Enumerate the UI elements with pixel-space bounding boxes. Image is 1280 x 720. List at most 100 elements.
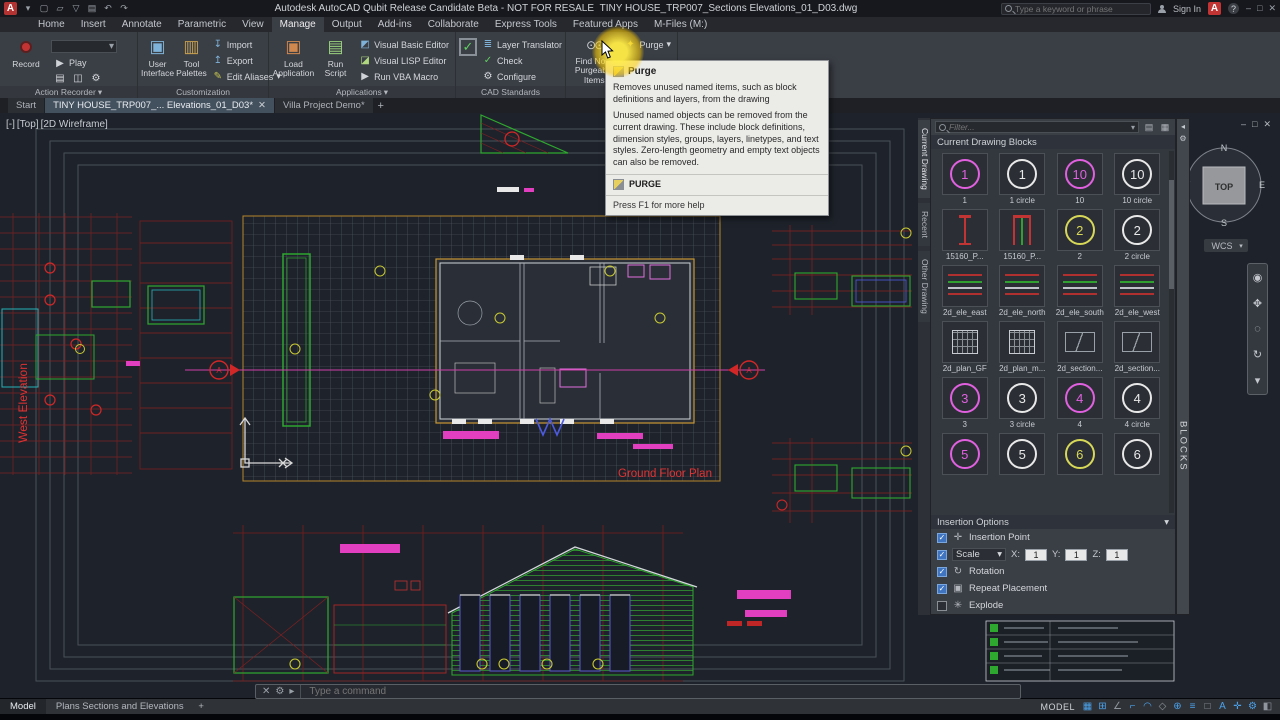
- nav-icon[interactable]: ✥: [1253, 297, 1262, 310]
- palette-tab[interactable]: Other Drawing: [918, 251, 930, 322]
- status-toggle-icon[interactable]: ∠: [1111, 701, 1124, 713]
- insertion-options-header[interactable]: Insertion Options▾: [931, 515, 1175, 529]
- auto-hide-icon[interactable]: ◂: [1181, 122, 1185, 134]
- block-item[interactable]: 2 2: [1052, 209, 1108, 262]
- close-tab-icon[interactable]: ✕: [258, 100, 266, 111]
- panel-label-applications[interactable]: Applications▾: [269, 86, 455, 98]
- visual-basic-editor-button[interactable]: ◩Visual Basic Editor: [356, 37, 452, 52]
- block-item[interactable]: 15160_P...: [995, 209, 1051, 262]
- customize-command-line-icon[interactable]: ⚙: [275, 686, 284, 697]
- quick-access-icon[interactable]: ▤: [85, 2, 99, 15]
- explode-option[interactable]: ✳ Explode: [931, 597, 1175, 614]
- palette-title-bar[interactable]: ◂ ⚙ BLOCKS: [1176, 118, 1190, 615]
- command-input[interactable]: [301, 686, 1020, 697]
- run-script-button[interactable]: ▤ Run Script: [317, 34, 354, 85]
- tool-palettes-button[interactable]: ▥ Tool Palettes: [176, 34, 207, 85]
- status-toggle-icon[interactable]: □: [1201, 701, 1214, 713]
- block-item[interactable]: 2d_plan_m...: [995, 321, 1051, 374]
- block-item[interactable]: 2d_section...: [1110, 321, 1166, 374]
- window-control-button[interactable]: □: [1257, 3, 1262, 14]
- new-drawing-tab-button[interactable]: +: [374, 99, 388, 113]
- visual-lisp-editor-button[interactable]: ◪Visual LISP Editor: [356, 53, 452, 68]
- nav-icon[interactable]: ◉: [1253, 271, 1263, 284]
- drawing-window-button[interactable]: □: [1252, 119, 1257, 130]
- ribbon-tab[interactable]: Annotate: [114, 17, 170, 32]
- filter-box[interactable]: ▾: [935, 121, 1139, 133]
- status-toggle-icon[interactable]: A: [1216, 701, 1229, 713]
- filter-input[interactable]: [949, 122, 1128, 132]
- nav-icon[interactable]: ◌: [1254, 323, 1261, 335]
- block-item[interactable]: 2d_plan_GF: [937, 321, 993, 374]
- status-toggle-icon[interactable]: ⊞: [1096, 701, 1109, 713]
- explode-checkbox[interactable]: [937, 601, 947, 611]
- close-command-line-icon[interactable]: ✕: [262, 686, 270, 697]
- layer-translator-button[interactable]: ≣Layer Translator: [479, 37, 565, 52]
- quick-access-icon[interactable]: ▢: [37, 2, 51, 15]
- recorder-settings-icon[interactable]: ⚙: [90, 73, 102, 84]
- insert-message-icon[interactable]: ▤: [54, 73, 66, 84]
- block-item[interactable]: 1 1 circle: [995, 153, 1051, 206]
- repeat-placement-option[interactable]: ▣ Repeat Placement: [931, 580, 1175, 597]
- run-vba-macro-button[interactable]: ▶Run VBA Macro: [356, 69, 452, 84]
- insertion-point-option[interactable]: ✛ Insertion Point: [931, 529, 1175, 546]
- blocks-scrollbar[interactable]: [1169, 151, 1174, 513]
- block-item[interactable]: 15160_P...: [937, 209, 993, 262]
- file-tab[interactable]: Start✕: [8, 98, 44, 113]
- status-toggle-icon[interactable]: ⊕: [1171, 701, 1184, 713]
- nav-icon[interactable]: ↻: [1253, 348, 1262, 361]
- ribbon-tab[interactable]: View: [234, 17, 272, 32]
- drawing-window-button[interactable]: ✕: [1263, 119, 1271, 130]
- status-toggle-icon[interactable]: ⌐: [1126, 701, 1139, 713]
- quick-access-icon[interactable]: ▽: [69, 2, 83, 15]
- status-toggle-icon[interactable]: ◧: [1261, 701, 1274, 713]
- configure-standards-button[interactable]: ✓: [459, 34, 477, 85]
- block-item[interactable]: 3 3: [937, 377, 993, 430]
- rotation-checkbox[interactable]: [937, 567, 947, 577]
- block-item[interactable]: 6: [1110, 433, 1166, 486]
- ribbon-tab[interactable]: Express Tools: [487, 17, 565, 32]
- recent-commands-icon[interactable]: ▸: [289, 686, 294, 697]
- action-macro-select[interactable]: ▾: [51, 40, 117, 53]
- block-item[interactable]: 4 4: [1052, 377, 1108, 430]
- block-item[interactable]: 1 1: [937, 153, 993, 206]
- scale-option[interactable]: Scale▾ X: Y: Z:: [931, 546, 1175, 563]
- viewport-menu-control[interactable]: [-]: [6, 119, 15, 130]
- search-input[interactable]: [1015, 4, 1147, 14]
- command-line[interactable]: ✕ ⚙ ▸: [255, 684, 1021, 699]
- panel-label-action-recorder[interactable]: Action Recorder▾: [0, 86, 137, 98]
- ribbon-tab[interactable]: Collaborate: [420, 17, 487, 32]
- ribbon-tab[interactable]: Manage: [272, 17, 324, 32]
- repeat-placement-checkbox[interactable]: [937, 584, 947, 594]
- filter-dropdown-icon[interactable]: ▾: [1131, 123, 1135, 132]
- palette-properties-icon[interactable]: ⚙: [1179, 134, 1186, 146]
- scale-x-input[interactable]: [1025, 549, 1047, 561]
- scale-z-input[interactable]: [1106, 549, 1128, 561]
- ribbon-tab[interactable]: Featured Apps: [565, 17, 646, 32]
- record-button[interactable]: Record: [3, 34, 49, 85]
- insert-pause-icon[interactable]: ◫: [72, 73, 84, 84]
- palette-tab[interactable]: Current Drawing: [918, 120, 930, 198]
- visual-style-control[interactable]: [2D Wireframe]: [41, 119, 108, 130]
- autodesk-app-icon[interactable]: A: [1208, 2, 1221, 15]
- status-toggle-icon[interactable]: ◇: [1156, 701, 1169, 713]
- window-control-button[interactable]: ✕: [1268, 3, 1276, 14]
- window-control-button[interactable]: –: [1246, 3, 1251, 14]
- view-control[interactable]: [Top]: [17, 119, 39, 130]
- insertion-point-checkbox[interactable]: [937, 533, 947, 543]
- block-item[interactable]: 4 4 circle: [1110, 377, 1166, 430]
- block-item[interactable]: 2d_ele_south: [1052, 265, 1108, 318]
- user-interface-button[interactable]: ▣ User Interface: [141, 34, 174, 85]
- palette-tab[interactable]: Recent: [918, 203, 930, 246]
- panel-label-customization[interactable]: Customization: [138, 86, 268, 98]
- sign-in-button[interactable]: Sign In: [1173, 4, 1201, 14]
- quick-access-icon[interactable]: ▾: [21, 2, 35, 15]
- block-item[interactable]: 10 10 circle: [1110, 153, 1166, 206]
- block-item[interactable]: 10 10: [1052, 153, 1108, 206]
- configure-button[interactable]: ⚙Configure: [479, 69, 565, 84]
- scale-checkbox[interactable]: [937, 550, 947, 560]
- block-item[interactable]: 5: [995, 433, 1051, 486]
- load-application-button[interactable]: ▣ Load Application: [272, 34, 315, 85]
- ribbon-tab[interactable]: Output: [324, 17, 370, 32]
- status-toggle-icon[interactable]: ✛: [1231, 701, 1244, 713]
- help-icon[interactable]: ?: [1228, 3, 1239, 14]
